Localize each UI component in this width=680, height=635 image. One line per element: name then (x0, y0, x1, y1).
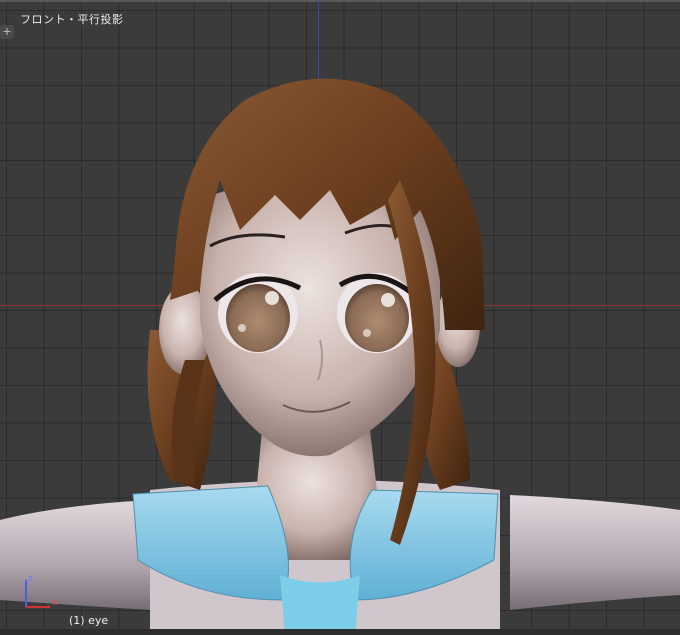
left-eye-iris (226, 284, 290, 352)
collar-front (280, 575, 360, 635)
viewport-bottom-edge (0, 629, 680, 635)
character-model[interactable] (0, 0, 680, 635)
active-object-label: (1) eye (69, 614, 109, 627)
right-eye-iris (345, 284, 409, 352)
gizmo-x-label: x (52, 598, 58, 608)
3d-viewport[interactable]: フロント・平行投影 + z x (1) eye (0, 0, 680, 635)
gizmo-z-label: z (28, 574, 33, 584)
add-button[interactable]: + (0, 25, 14, 39)
right-arm (510, 495, 680, 610)
left-eye-highlight (265, 291, 279, 305)
view-label: フロント・平行投影 (20, 13, 124, 26)
axis-gizmo: z x (25, 574, 58, 608)
right-eye-highlight (381, 293, 395, 307)
